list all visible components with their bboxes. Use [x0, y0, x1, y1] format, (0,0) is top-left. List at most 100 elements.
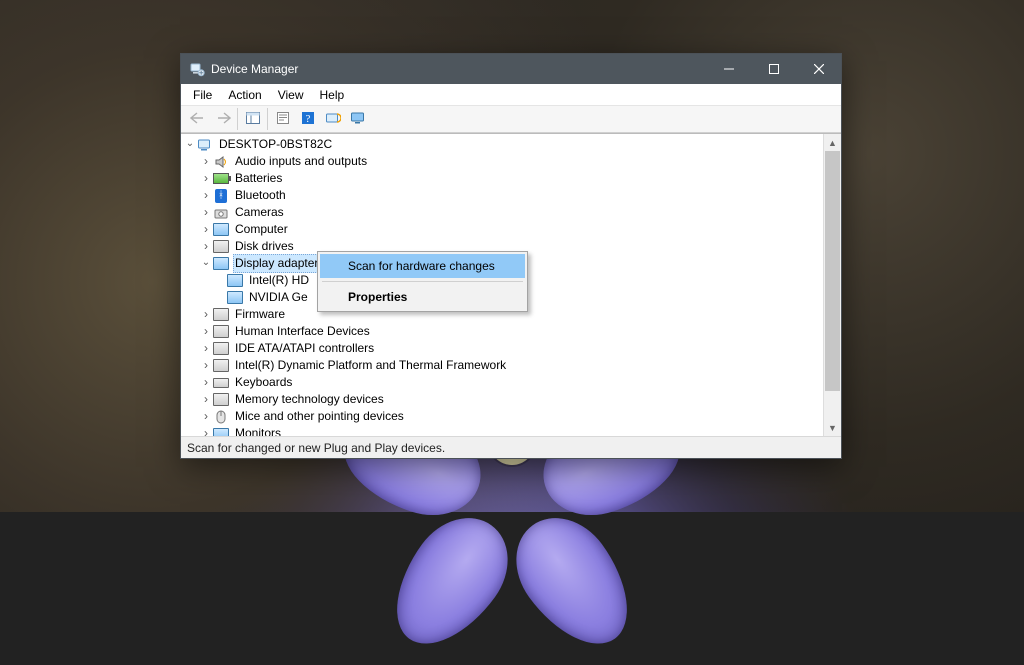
- scroll-up-button[interactable]: ▲: [824, 134, 841, 151]
- expand-toggle[interactable]: [199, 408, 213, 426]
- tree-item-label: Human Interface Devices: [233, 323, 372, 340]
- disk-icon: [213, 239, 229, 255]
- keyboard-icon: [213, 375, 229, 391]
- context-menu: Scan for hardware changes Properties: [317, 251, 528, 312]
- audio-icon: [213, 154, 229, 170]
- camera-icon: [213, 205, 229, 221]
- tree-item-computer[interactable]: Computer: [181, 221, 823, 238]
- tree-item-label: Monitors: [233, 425, 283, 436]
- statusbar: Scan for changed or new Plug and Play de…: [181, 436, 841, 458]
- expand-toggle[interactable]: [199, 323, 213, 341]
- tree-root-label: DESKTOP-0BST82C: [217, 136, 334, 153]
- toolbar-back-button[interactable]: [185, 107, 210, 131]
- menu-file[interactable]: File: [185, 86, 220, 104]
- vertical-scrollbar[interactable]: ▲ ▼: [823, 134, 841, 436]
- display-adapter-icon: [227, 290, 243, 306]
- tree-item-label: Display adapters: [233, 254, 326, 273]
- computer-icon: [197, 137, 213, 153]
- help-icon: ?: [301, 111, 315, 128]
- toolbar-forward-button[interactable]: [210, 107, 235, 131]
- toolbar: ?: [181, 106, 841, 133]
- toolbar-devices-button[interactable]: [345, 107, 370, 131]
- arrow-right-icon: [215, 112, 231, 127]
- tree-item-keyboards[interactable]: Keyboards: [181, 374, 823, 391]
- tree-item-cameras[interactable]: Cameras: [181, 204, 823, 221]
- toolbar-separator: [237, 108, 238, 130]
- expand-toggle[interactable]: [199, 221, 213, 239]
- expand-toggle[interactable]: [199, 153, 213, 171]
- expand-toggle[interactable]: [199, 187, 213, 205]
- tree-item-mice[interactable]: Mice and other pointing devices: [181, 408, 823, 425]
- svg-text:?: ?: [305, 113, 310, 125]
- chip-icon: [213, 392, 229, 408]
- expand-toggle[interactable]: [199, 425, 213, 437]
- tree-item-label: Audio inputs and outputs: [233, 153, 369, 170]
- close-button[interactable]: [796, 54, 841, 84]
- menu-action[interactable]: Action: [220, 86, 269, 104]
- tree-item-monitors[interactable]: Monitors: [181, 425, 823, 436]
- scan-icon: [325, 111, 341, 128]
- toolbar-separator: [267, 108, 268, 130]
- display-adapter-icon: [213, 256, 229, 272]
- tree-item-label: Intel(R) HD: [247, 272, 311, 289]
- minimize-button[interactable]: [706, 54, 751, 84]
- tree-item-batteries[interactable]: Batteries: [181, 170, 823, 187]
- expand-toggle[interactable]: [199, 306, 213, 324]
- maximize-button[interactable]: [751, 54, 796, 84]
- expand-toggle[interactable]: [199, 255, 213, 272]
- tree-item-label: Disk drives: [233, 238, 296, 255]
- context-menu-separator: [322, 281, 523, 282]
- expand-toggle[interactable]: [199, 238, 213, 256]
- menu-help[interactable]: Help: [312, 86, 353, 104]
- toolbar-properties-button[interactable]: [270, 107, 295, 131]
- window-title: Device Manager: [211, 62, 706, 76]
- menubar: File Action View Help: [181, 84, 841, 106]
- scrollbar-thumb[interactable]: [825, 151, 840, 391]
- statusbar-text: Scan for changed or new Plug and Play de…: [187, 441, 445, 455]
- toolbar-show-hide-tree-button[interactable]: [240, 107, 265, 131]
- tree-item-label: IDE ATA/ATAPI controllers: [233, 340, 376, 357]
- monitor-icon: [213, 426, 229, 437]
- computer-icon: [213, 222, 229, 238]
- arrow-left-icon: [190, 112, 206, 127]
- firmware-icon: [213, 307, 229, 323]
- context-menu-item-label: Scan for hardware changes: [348, 259, 495, 273]
- tree-item-dptf[interactable]: Intel(R) Dynamic Platform and Thermal Fr…: [181, 357, 823, 374]
- tree-item-label: Memory technology devices: [233, 391, 386, 408]
- titlebar[interactable]: Device Manager: [181, 54, 841, 84]
- expand-toggle[interactable]: [199, 357, 213, 375]
- expand-toggle[interactable]: [199, 170, 213, 188]
- tree-item-hid[interactable]: Human Interface Devices: [181, 323, 823, 340]
- menu-view[interactable]: View: [270, 86, 312, 104]
- toolbar-scan-button[interactable]: [320, 107, 345, 131]
- expand-toggle[interactable]: [199, 374, 213, 392]
- expand-toggle[interactable]: [183, 136, 197, 153]
- tree-item-bluetooth[interactable]: ᚼ Bluetooth: [181, 187, 823, 204]
- scroll-down-button[interactable]: ▼: [824, 419, 841, 436]
- context-menu-properties[interactable]: Properties: [320, 285, 525, 309]
- tree-item-ide[interactable]: IDE ATA/ATAPI controllers: [181, 340, 823, 357]
- client-area: DESKTOP-0BST82C Audio inputs and outputs…: [181, 133, 841, 436]
- expand-toggle[interactable]: [199, 391, 213, 409]
- tree-item-label: Firmware: [233, 306, 287, 323]
- device-manager-icon: [189, 61, 205, 77]
- context-menu-scan[interactable]: Scan for hardware changes: [320, 254, 525, 278]
- expand-toggle[interactable]: [199, 340, 213, 358]
- tree-item-audio[interactable]: Audio inputs and outputs: [181, 153, 823, 170]
- monitor-icon: [350, 111, 366, 128]
- hid-icon: [213, 324, 229, 340]
- ide-icon: [213, 341, 229, 357]
- toolbar-help-button[interactable]: ?: [295, 107, 320, 131]
- device-tree[interactable]: DESKTOP-0BST82C Audio inputs and outputs…: [181, 134, 823, 436]
- tree-item-label: Intel(R) Dynamic Platform and Thermal Fr…: [233, 357, 508, 374]
- tree-root[interactable]: DESKTOP-0BST82C: [181, 136, 823, 153]
- context-menu-item-label: Properties: [348, 290, 407, 304]
- display-adapter-icon: [227, 273, 243, 289]
- tree-item-label: Computer: [233, 221, 290, 238]
- mouse-icon: [213, 409, 229, 425]
- expand-toggle[interactable]: [199, 204, 213, 222]
- tree-item-label: Batteries: [233, 170, 284, 187]
- tree-item-memtech[interactable]: Memory technology devices: [181, 391, 823, 408]
- tree-item-label: NVIDIA Ge: [247, 289, 310, 306]
- battery-icon: [213, 171, 229, 187]
